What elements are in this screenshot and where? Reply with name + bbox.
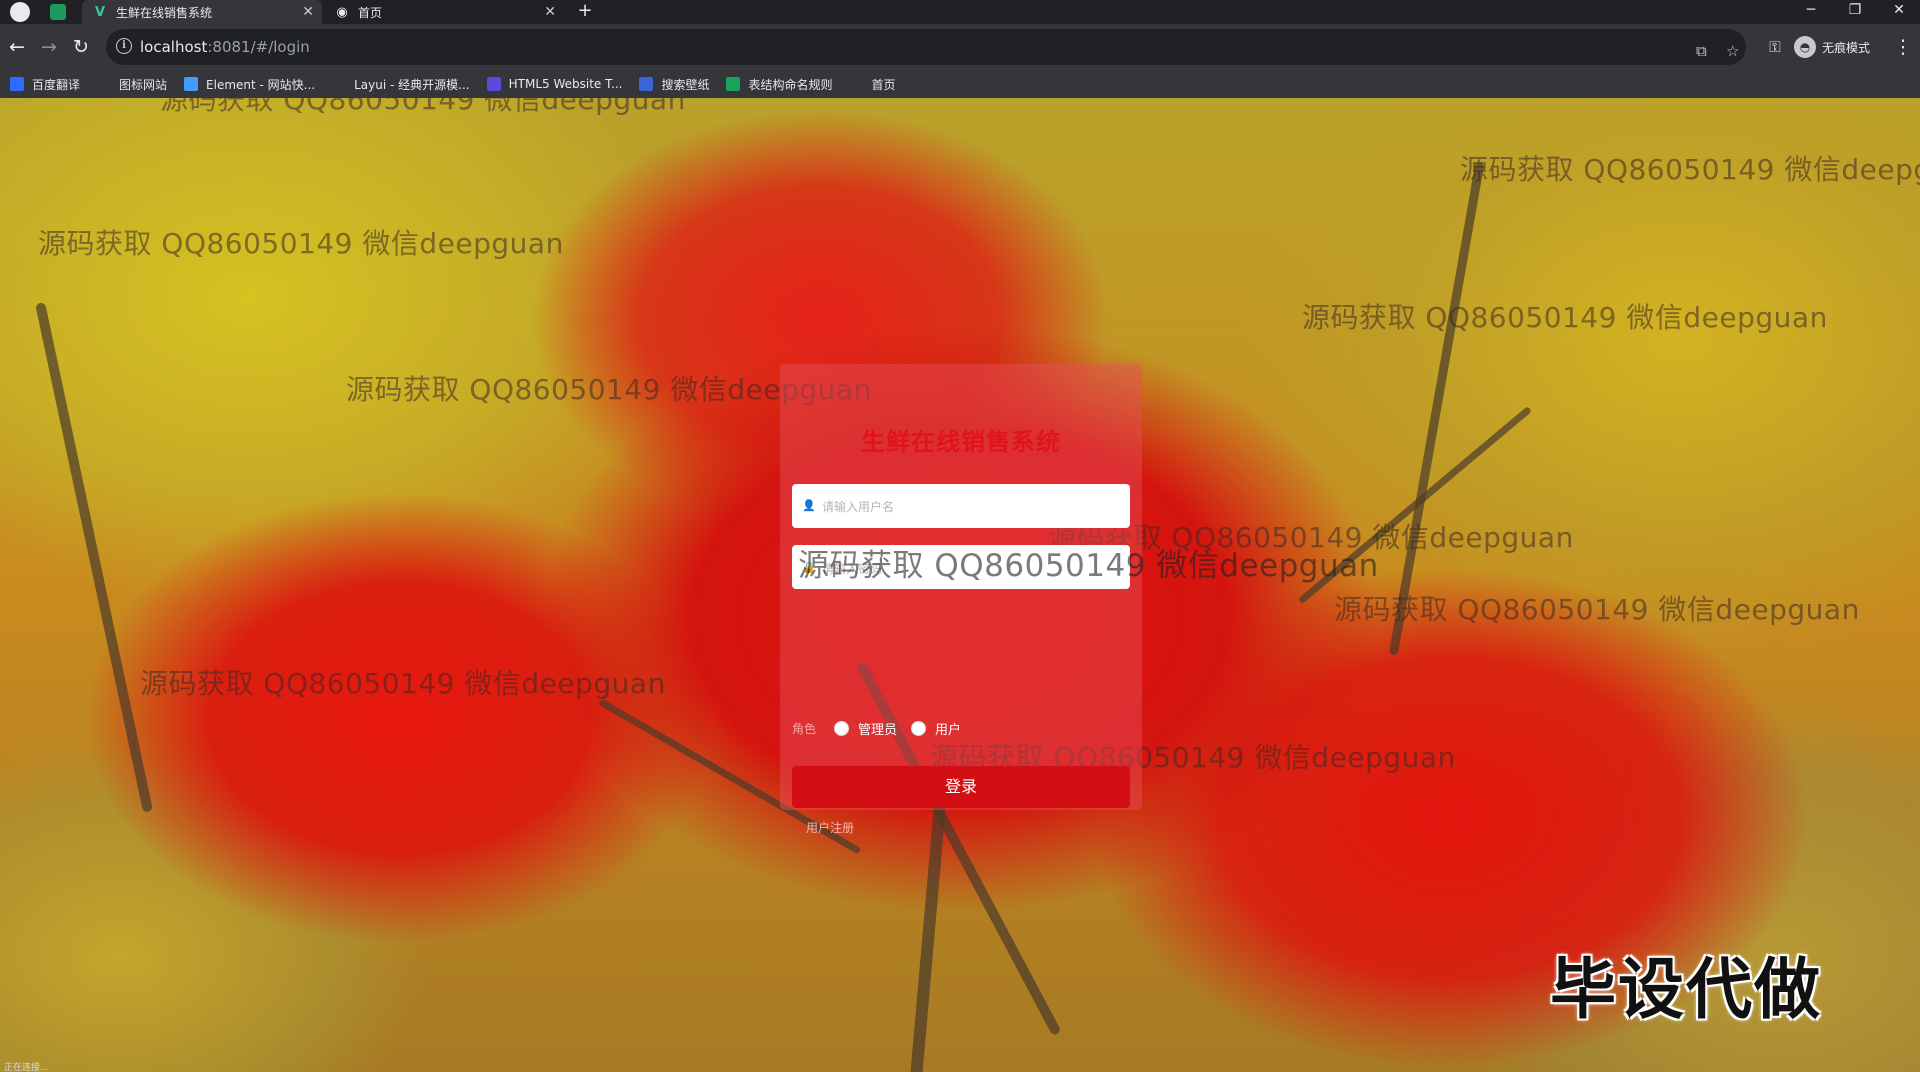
forward-button[interactable]: → [36, 34, 62, 60]
address-bar[interactable]: i localhost:8081/#/login ⧉ ☆ [106, 29, 1746, 65]
close-window-button[interactable]: ✕ [1878, 0, 1920, 24]
bookmarks-bar: 百度翻译 图标网站 Element - 网站快... Layui - 经典开源模...… [0, 70, 1920, 98]
bookmark-label: 图标网站 [119, 77, 168, 92]
bookmark-item[interactable]: HTML5 Website T... [486, 77, 623, 91]
watermark: 源码获取 QQ86050149 微信deepguan [1334, 593, 1860, 626]
tab-title: 生鲜在线销售系统 [116, 5, 213, 20]
globe-icon [849, 77, 864, 91]
tab-search-icon[interactable] [50, 4, 66, 20]
bookmark-label: Layui - 经典开源模... [354, 77, 470, 92]
table-icon [726, 77, 741, 91]
tab-login[interactable]: V 生鲜在线销售系统 ✕ [82, 0, 322, 24]
watermark: 源码获取 QQ86050149 微信deepguan [38, 227, 564, 260]
login-card: 生鲜在线销售系统 👤 请输入用户名 🔒 请输入密码 角色 管理员 用户 登录 用… [780, 364, 1142, 835]
watermark: 源码获取 QQ86050149 微信deepguan [160, 98, 686, 116]
username-placeholder: 请输入用户名 [822, 500, 895, 514]
bookmark-label: Element - 网站快... [206, 77, 316, 92]
watermark: 源码获取 QQ86050149 微信deepguan [140, 667, 666, 700]
browser-menu-icon[interactable] [10, 2, 30, 22]
watermark: 源码获取 QQ86050149 微信deepguan [798, 548, 1379, 584]
tree-branch [1388, 161, 1485, 656]
restore-button[interactable]: ❐ [1834, 0, 1876, 24]
bookmark-item[interactable]: Element - 网站快... [184, 76, 315, 93]
bookmark-item[interactable]: 图标网站 [97, 76, 167, 93]
bookmark-label: 表结构命名规则 [748, 77, 833, 92]
browser-toolbar: ← → ↻ i localhost:8081/#/login ⧉ ☆ ⚿ ◓ 无… [0, 24, 1920, 70]
bookmark-star-icon[interactable]: ☆ [1726, 42, 1739, 60]
incognito-icon: ◓ [1794, 36, 1816, 58]
menu-kebab-icon[interactable]: ⋮ [1890, 34, 1916, 60]
back-button[interactable]: ← [4, 34, 30, 60]
login-button[interactable]: 登录 [792, 766, 1130, 808]
status-text: 正在连接... [4, 1063, 49, 1072]
watermark: 源码获取 QQ86050149 微信deepguan [1460, 153, 1920, 186]
role-user-label[interactable]: 用户 [935, 719, 961, 738]
bookmark-item[interactable]: 表结构命名规则 [726, 76, 832, 93]
bookmark-item[interactable]: 首页 [849, 76, 896, 93]
tab-title: 首页 [358, 5, 383, 20]
globe-icon: ◉ [336, 4, 348, 20]
user-icon: 👤 [802, 499, 816, 512]
html5-icon [486, 77, 501, 91]
username-input[interactable]: 👤 请输入用户名 [792, 484, 1130, 528]
wallpaper-icon [639, 77, 654, 91]
radio-admin[interactable] [834, 720, 850, 736]
new-tab-button[interactable]: + [574, 0, 596, 24]
bookmark-label: HTML5 Website T... [508, 77, 623, 91]
register-link[interactable]: 用户注册 [806, 819, 854, 836]
key-icon[interactable]: ⚿ [1762, 34, 1788, 60]
system-title: 生鲜在线销售系统 [861, 428, 1061, 456]
close-tab-icon[interactable]: ✕ [302, 4, 314, 20]
minimize-button[interactable]: ─ [1790, 0, 1832, 24]
layui-icon [332, 77, 347, 91]
bookmark-label: 搜索壁纸 [661, 77, 710, 92]
bookmark-item[interactable]: Layui - 经典开源模... [332, 76, 470, 93]
bookmark-item[interactable]: 百度翻译 [10, 76, 80, 93]
watermark: 源码获取 QQ86050149 微信deepguan [1302, 301, 1828, 334]
reload-button[interactable]: ↻ [68, 34, 94, 60]
tree-branch [906, 803, 946, 1072]
translate-icon [10, 77, 24, 91]
element-hexagon-icon [184, 77, 199, 91]
tab-home[interactable]: ◉ 首页 ✕ [324, 0, 564, 24]
promo-text: 毕设代做 [1550, 951, 1822, 1028]
bookmark-label: 百度翻译 [32, 77, 81, 92]
flag-icon [97, 77, 112, 91]
profile-label: 无痕模式 [1822, 40, 1871, 55]
tab-strip: V 生鲜在线销售系统 ✕ ◉ 首页 ✕ + ─ ❐ ✕ [0, 0, 1920, 24]
role-selector: 角色 管理员 用户 [792, 718, 1130, 738]
close-tab-icon[interactable]: ✕ [544, 4, 556, 20]
role-label: 角色 [792, 721, 817, 736]
translate-icon[interactable]: ⧉ [1696, 42, 1707, 60]
role-admin-label[interactable]: 管理员 [858, 719, 897, 738]
tree-branch [35, 301, 154, 813]
bookmark-item[interactable]: 搜索壁纸 [639, 76, 709, 93]
radio-user[interactable] [911, 720, 927, 736]
url-text[interactable]: localhost:8081/#/login [140, 38, 310, 56]
site-info-icon[interactable]: i [116, 38, 132, 54]
incognito-profile-button[interactable]: ◓ 无痕模式 [1794, 35, 1870, 59]
vue-v-icon: V [94, 4, 106, 20]
bookmark-label: 首页 [871, 77, 896, 92]
login-page-background: 源码获取 QQ86050149 微信deepguan 源码获取 QQ860501… [0, 98, 1920, 1072]
